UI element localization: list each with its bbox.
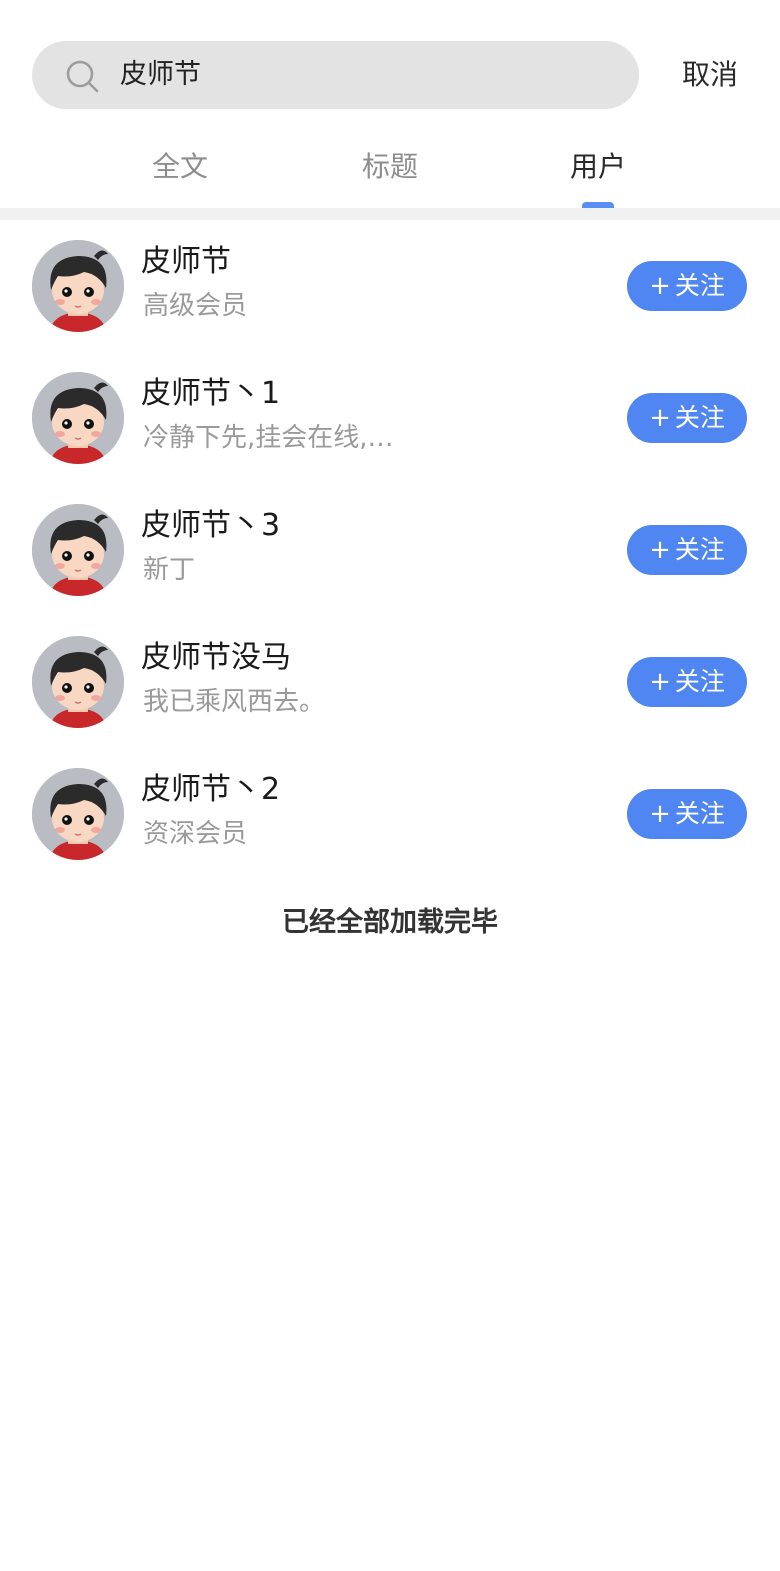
plus-icon: +: [649, 535, 671, 565]
follow-button[interactable]: + 关注: [627, 657, 747, 707]
user-level: 新丁: [143, 555, 196, 585]
avatar[interactable]: [32, 372, 124, 464]
user-name: 皮师节丶2: [141, 772, 281, 807]
avatar[interactable]: [32, 768, 124, 860]
tab-title[interactable]: 标题: [330, 140, 450, 194]
plus-icon: +: [649, 271, 671, 301]
list-item[interactable]: 皮师节丶2 资深会员 + 关注: [0, 748, 780, 880]
search-bar: 皮师节 取消: [32, 41, 748, 109]
follow-button[interactable]: + 关注: [627, 393, 747, 443]
follow-label: 关注: [674, 799, 725, 828]
follow-label: 关注: [674, 535, 725, 564]
tabs-divider: [0, 208, 780, 220]
plus-icon: +: [649, 667, 671, 697]
list-end-message: 已经全部加载完毕: [282, 907, 498, 938]
list-item[interactable]: 皮师节没马 我已乘风西去。 + 关注: [0, 616, 780, 748]
follow-button[interactable]: + 关注: [627, 261, 747, 311]
plus-icon: +: [649, 799, 671, 829]
avatar[interactable]: [32, 240, 124, 332]
follow-button[interactable]: + 关注: [627, 525, 747, 575]
tab-fulltext[interactable]: 全文: [120, 140, 240, 194]
list-item[interactable]: 皮师节丶3 新丁 + 关注: [0, 484, 780, 616]
list-item[interactable]: 皮师节丶1 冷静下先,挂会在线,… + 关注: [0, 352, 780, 484]
user-signature: 冷静下先,挂会在线,…: [143, 423, 394, 453]
user-level: 资深会员: [143, 819, 248, 849]
search-icon: [65, 59, 99, 93]
search-query-text: 皮师节: [120, 59, 201, 90]
user-name: 皮师节没马: [141, 640, 291, 675]
tab-users[interactable]: 用户: [538, 140, 658, 194]
search-input[interactable]: 皮师节: [32, 41, 639, 109]
user-list: 皮师节 高级会员 + 关注 皮师节丶1 冷静下先,挂会在线,… + 关注 皮师节…: [0, 220, 780, 880]
list-item[interactable]: 皮师节 高级会员 + 关注: [0, 220, 780, 352]
follow-label: 关注: [674, 403, 725, 432]
search-tabs: 全文 标题 用户: [0, 140, 780, 210]
cancel-button[interactable]: 取消: [682, 41, 738, 109]
user-name: 皮师节: [141, 244, 231, 279]
user-level: 高级会员: [143, 291, 248, 321]
user-name: 皮师节丶1: [141, 376, 281, 411]
follow-button[interactable]: + 关注: [627, 789, 747, 839]
follow-label: 关注: [674, 271, 725, 300]
follow-label: 关注: [674, 667, 725, 696]
avatar[interactable]: [32, 636, 124, 728]
plus-icon: +: [649, 403, 671, 433]
avatar[interactable]: [32, 504, 124, 596]
user-name: 皮师节丶3: [141, 508, 281, 543]
user-signature: 我已乘风西去。: [143, 687, 326, 717]
